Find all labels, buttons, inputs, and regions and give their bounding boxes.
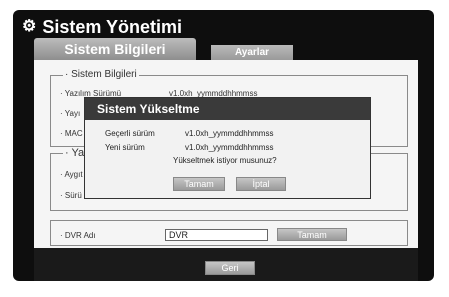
broadcast-label-text: Yayı <box>64 109 81 118</box>
back-button[interactable]: Geri <box>205 261 255 275</box>
system-info-legend-text: Sistem Bilgileri <box>71 69 137 80</box>
current-version-label: Geçerli sürüm <box>105 129 155 138</box>
dvr-name-label-text: DVR Adı <box>64 231 96 240</box>
mac-label-text: MAC <box>64 129 83 138</box>
tab-ayarlar[interactable]: Ayarlar <box>211 45 293 60</box>
dvr-name-label: · DVR Adı <box>60 231 96 240</box>
version-label-text: Sürü <box>64 191 82 200</box>
system-info-legend: · Sistem Bilgileri <box>63 69 139 80</box>
tab-sistem-bilgileri[interactable]: Sistem Bilgileri <box>34 38 196 60</box>
new-version-label: Yeni sürüm <box>105 143 145 152</box>
version-label: · Sürü <box>60 191 82 200</box>
dvr-ok-button[interactable]: Tamam <box>277 228 347 241</box>
upgrade-dialog: Sistem Yükseltme Geçerli sürüm v1.0xh_yy… <box>84 97 371 199</box>
current-version-value: v1.0xh_yymmddhhmmss <box>185 129 274 138</box>
dvr-name-input[interactable]: DVR <box>165 229 268 241</box>
gear-icon: ⚙ <box>22 18 37 35</box>
window-title-text: Sistem Yönetimi <box>42 16 183 37</box>
window-title: ⚙ Sistem Yönetimi <box>22 16 182 38</box>
broadcast-label: · Yayı <box>60 109 81 118</box>
dialog-title: Sistem Yükseltme <box>85 98 370 120</box>
device-label: · Aygıt <box>60 170 83 179</box>
dialog-ok-button[interactable]: Tamam <box>173 177 225 191</box>
new-version-value: v1.0xh_yymmddhhmmss <box>185 143 274 152</box>
upgrade-question: Yükseltmek istiyor musunuz? <box>173 156 277 165</box>
mac-label: · MAC <box>60 129 83 138</box>
dialog-cancel-button[interactable]: İptal <box>236 177 286 191</box>
device-label-text: Aygıt <box>64 170 83 179</box>
